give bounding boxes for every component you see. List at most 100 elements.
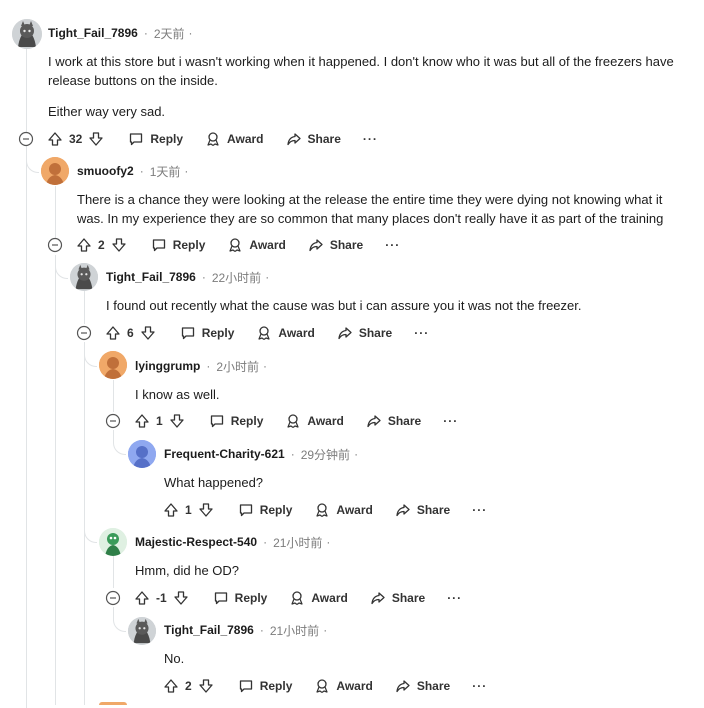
collapse-icon[interactable] bbox=[18, 131, 34, 147]
more-icon: ··· bbox=[443, 414, 459, 428]
author-name[interactable]: smuoofy2 bbox=[77, 164, 134, 178]
more-options-button[interactable]: ··· bbox=[414, 326, 429, 340]
timestamp[interactable]: 22小时前 bbox=[212, 269, 261, 286]
author-name[interactable]: Tight_Fail_7896 bbox=[48, 26, 138, 40]
avatar[interactable] bbox=[99, 528, 127, 556]
author-name[interactable]: Tight_Fail_7896 bbox=[106, 270, 196, 284]
share-button[interactable]: Share bbox=[366, 413, 421, 429]
share-icon bbox=[367, 415, 381, 428]
avatar[interactable] bbox=[70, 263, 98, 291]
vote-group: -1 bbox=[134, 590, 189, 606]
thread-line-root[interactable] bbox=[26, 48, 27, 708]
downvote-icon[interactable] bbox=[198, 678, 214, 694]
author-name[interactable]: lyinggrump bbox=[135, 359, 200, 373]
vote-group: 2 bbox=[163, 678, 214, 694]
collapse-icon[interactable] bbox=[105, 590, 121, 606]
reply-button[interactable]: Reply bbox=[213, 590, 267, 606]
reply-label: Reply bbox=[172, 238, 206, 252]
downvote-icon[interactable] bbox=[169, 413, 185, 429]
more-icon: ··· bbox=[447, 591, 463, 605]
award-label: Award bbox=[336, 503, 373, 517]
award-button[interactable]: Award bbox=[289, 590, 348, 606]
vote-count: 2 bbox=[98, 238, 105, 252]
award-button[interactable]: Award bbox=[285, 413, 344, 429]
reply-button[interactable]: Reply bbox=[238, 678, 292, 694]
share-button[interactable]: Share bbox=[395, 678, 450, 694]
share-label: Share bbox=[416, 679, 451, 693]
avatar[interactable] bbox=[128, 440, 156, 468]
more-options-button[interactable]: ··· bbox=[363, 132, 378, 146]
share-label: Share bbox=[358, 326, 393, 340]
award-button[interactable]: Award bbox=[256, 325, 315, 341]
vote-group: 32 bbox=[47, 131, 104, 147]
reply-label: Reply bbox=[201, 326, 235, 340]
share-button[interactable]: Share bbox=[370, 590, 425, 606]
avatar[interactable] bbox=[128, 617, 156, 645]
reply-button[interactable]: Reply bbox=[128, 131, 183, 147]
connector bbox=[55, 255, 68, 279]
collapse-icon[interactable] bbox=[76, 325, 92, 341]
comment-text-line: Hmm, did he OD? bbox=[135, 563, 240, 578]
more-options-button[interactable]: ··· bbox=[472, 679, 487, 693]
upvote-icon[interactable] bbox=[76, 237, 92, 253]
award-button[interactable]: Award bbox=[205, 131, 264, 147]
downvote-icon[interactable] bbox=[173, 590, 189, 606]
author-name[interactable]: Majestic-Respect-540 bbox=[135, 535, 257, 549]
reply-button[interactable]: Reply bbox=[209, 413, 263, 429]
share-button[interactable]: Share bbox=[395, 502, 450, 518]
reply-button[interactable]: Reply bbox=[238, 502, 292, 518]
share-button[interactable]: Share bbox=[337, 325, 392, 341]
more-options-button[interactable]: ··· bbox=[447, 591, 462, 605]
reply-button[interactable]: Reply bbox=[180, 325, 235, 341]
downvote-icon[interactable] bbox=[140, 325, 156, 341]
comment-text-line: I know as well. bbox=[135, 387, 220, 402]
comment-meta: Frequent-Charity-621 · 29分钟前 · bbox=[164, 445, 358, 463]
more-options-button[interactable]: ··· bbox=[472, 503, 487, 517]
downvote-icon[interactable] bbox=[198, 502, 214, 518]
comment-meta: smuoofy2 · 1天前 · bbox=[77, 162, 188, 180]
award-icon bbox=[229, 238, 241, 252]
more-options-button[interactable]: ··· bbox=[443, 414, 458, 428]
upvote-icon[interactable] bbox=[134, 413, 150, 429]
thread-line-c2b[interactable] bbox=[55, 255, 56, 705]
upvote-icon[interactable] bbox=[47, 131, 63, 147]
downvote-icon[interactable] bbox=[111, 237, 127, 253]
share-button[interactable]: Share bbox=[308, 237, 363, 253]
award-button[interactable]: Award bbox=[227, 237, 286, 253]
comment-text-line: release buttons on the inside. bbox=[48, 73, 218, 88]
thread-line-c3[interactable] bbox=[84, 290, 85, 324]
avatar[interactable] bbox=[41, 157, 69, 185]
upvote-icon[interactable] bbox=[105, 325, 121, 341]
vote-count: 32 bbox=[69, 132, 83, 146]
author-name[interactable]: Tight_Fail_7896 bbox=[164, 623, 254, 637]
author-name[interactable]: Frequent-Charity-621 bbox=[164, 447, 285, 461]
timestamp[interactable]: 2天前 bbox=[154, 25, 185, 42]
vote-count: 1 bbox=[185, 503, 192, 517]
reply-button[interactable]: Reply bbox=[151, 237, 206, 253]
collapse-icon[interactable] bbox=[105, 413, 121, 429]
avatar[interactable] bbox=[12, 19, 42, 49]
share-button[interactable]: Share bbox=[286, 131, 341, 147]
vote-group: 1 bbox=[134, 413, 185, 429]
upvote-icon[interactable] bbox=[163, 502, 179, 518]
timestamp[interactable]: 2小时前 bbox=[216, 358, 259, 375]
comment-text-line: What happened? bbox=[164, 475, 264, 490]
upvote-icon[interactable] bbox=[163, 678, 179, 694]
comment-meta: Tight_Fail_7896 · 22小时前 · bbox=[106, 268, 269, 286]
more-options-button[interactable]: ··· bbox=[385, 238, 400, 252]
avatar[interactable] bbox=[99, 351, 127, 379]
award-button[interactable]: Award bbox=[314, 502, 373, 518]
timestamp[interactable]: 21小时前 bbox=[273, 534, 322, 551]
upvote-icon[interactable] bbox=[134, 590, 150, 606]
timestamp[interactable]: 1天前 bbox=[150, 163, 181, 180]
timestamp[interactable]: 21小时前 bbox=[270, 622, 319, 639]
thread-line-c4[interactable] bbox=[113, 380, 114, 412]
timestamp[interactable]: 29分钟前 bbox=[301, 446, 350, 463]
downvote-icon[interactable] bbox=[88, 131, 104, 147]
comment-actions: 6 Reply Award Share ··· bbox=[105, 321, 451, 345]
collapse-icon[interactable] bbox=[47, 237, 63, 253]
comment-body: What happened? bbox=[164, 473, 684, 492]
comment-body: I work at this store but i wasn't workin… bbox=[48, 52, 698, 121]
thread-line-c6[interactable] bbox=[113, 556, 114, 588]
award-button[interactable]: Award bbox=[314, 678, 373, 694]
